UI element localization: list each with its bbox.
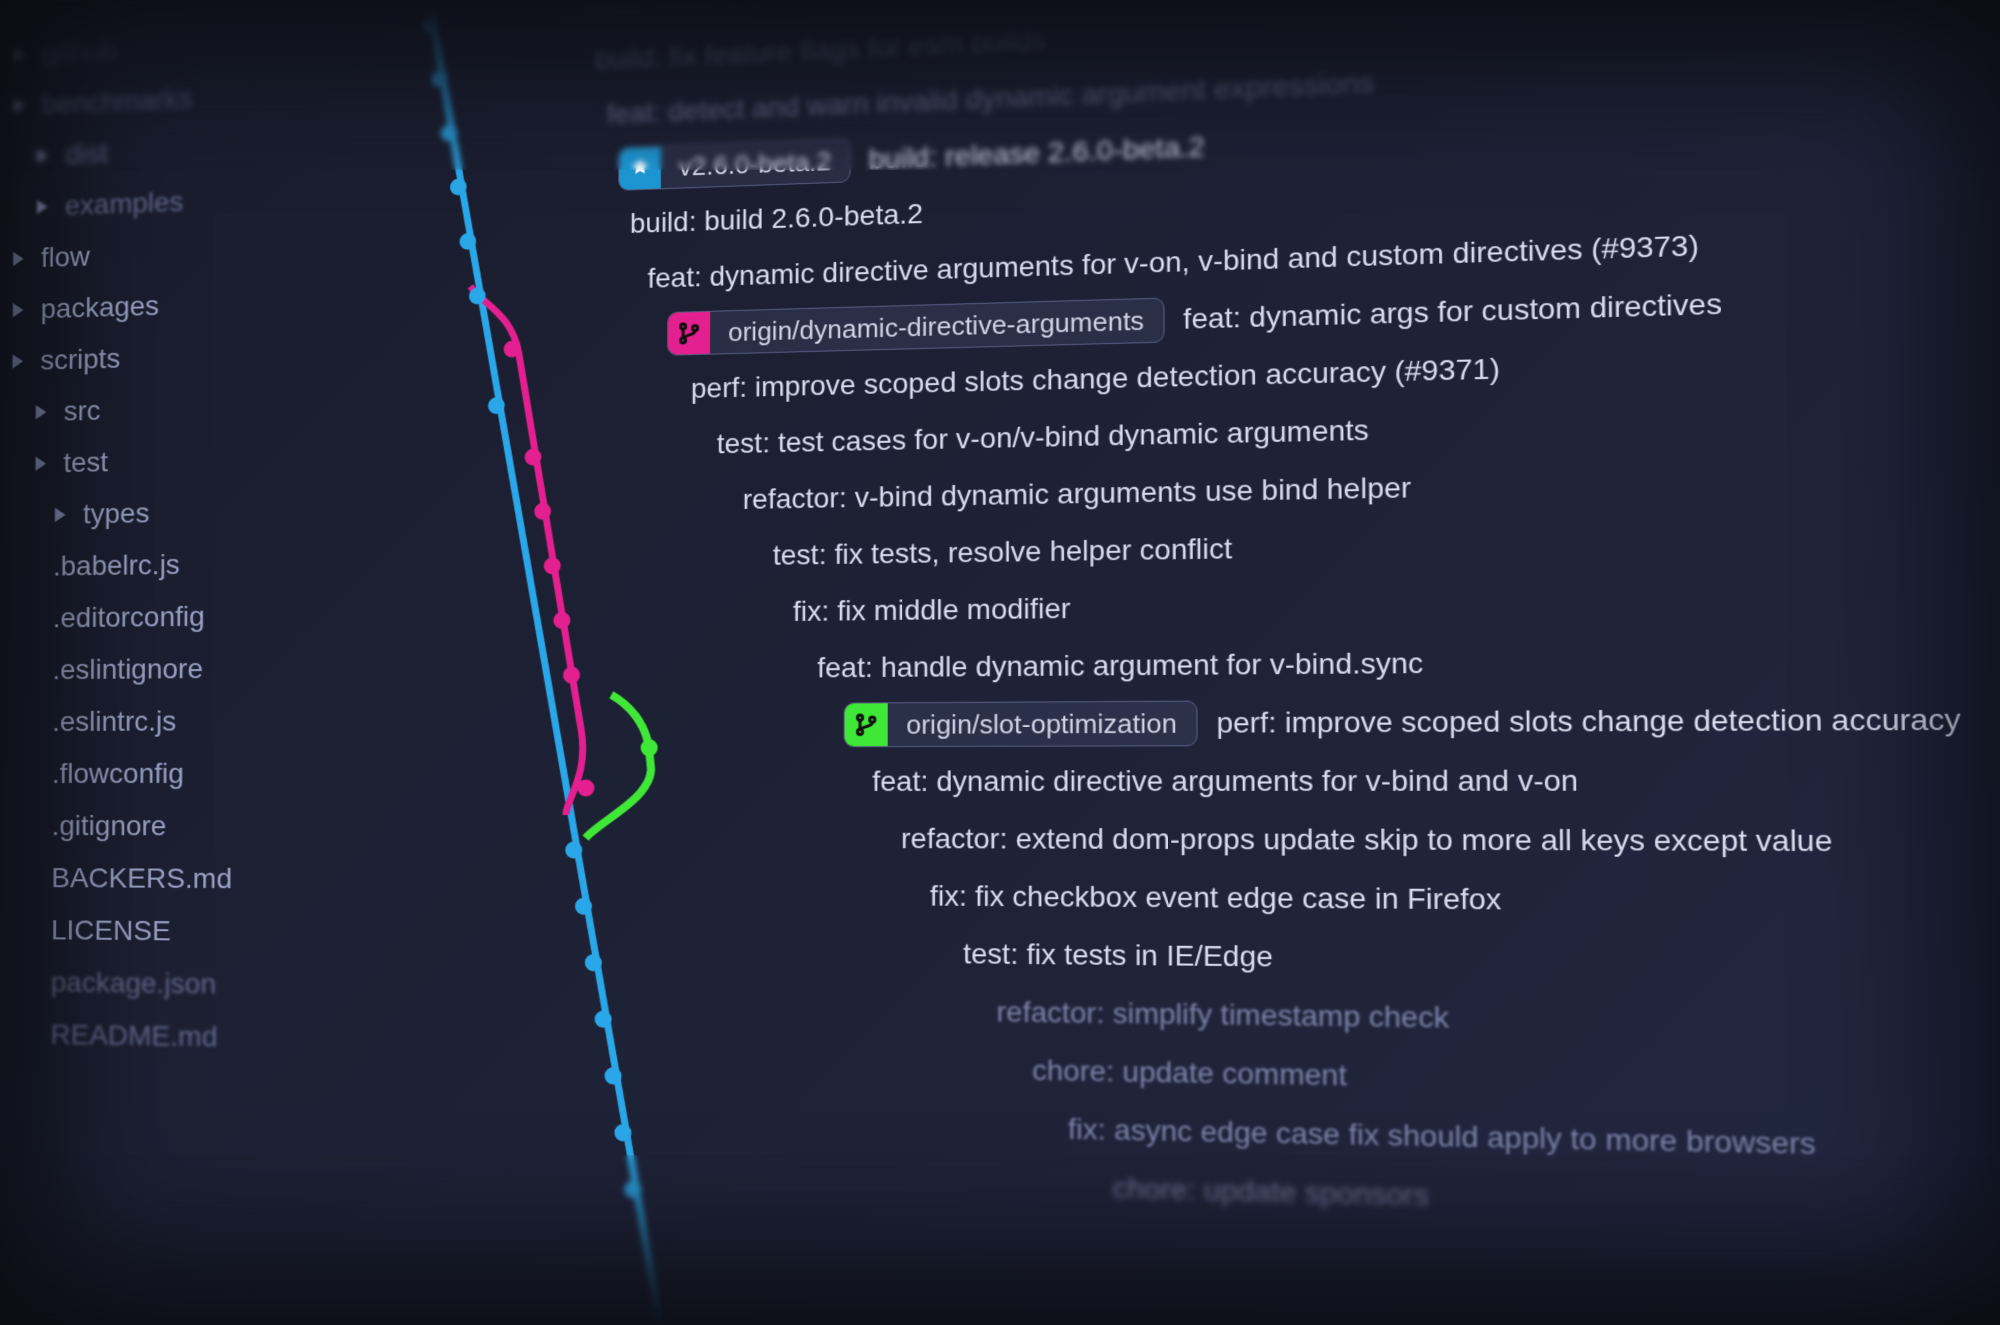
file-tree-file[interactable]: .eslintignore [1,641,373,696]
file-tree-item-label: types [83,497,150,530]
chevron-right-icon [11,46,29,64]
file-tree-file[interactable]: .editorconfig [1,589,372,645]
file-tree-folder[interactable]: scripts [3,326,373,388]
file-tree-item-label: dist [65,137,108,170]
file-tree-item-label: LICENSE [51,914,171,947]
commit-node [431,70,448,87]
file-tree-file[interactable]: README.md [0,1008,372,1066]
commit-message: chore: update sponsors [1113,1172,1430,1213]
chevron-right-icon [10,250,28,268]
file-tree-item-label: .babelrc.js [53,549,180,583]
commit-message: perf: improve scoped slots change detect… [691,352,1500,405]
tag-icon [619,147,661,190]
file-tree-file[interactable]: .eslintrc.js [1,694,373,748]
commit-message: refactor: extend dom-props update skip t… [901,823,1833,859]
commit-node [553,612,570,629]
commit-message: chore: update comment [1032,1054,1347,1093]
branch-icon [845,703,888,746]
commit-row[interactable]: origin/slot-optimization perf: improve sc… [580,689,2000,754]
file-tree-item-label: .flowconfig [52,758,184,790]
file-tree-item-label: benchmarks [42,83,193,121]
commit-message: perf: improve scoped slots change detect… [1216,703,1961,740]
chevron-right-icon [10,97,28,115]
file-tree-item-label: src [64,395,101,428]
commit-node [534,503,551,520]
file-tree-item-label: BACKERS.md [51,862,232,895]
commit-node [488,397,505,414]
file-tree-file[interactable]: package.json [0,956,372,1013]
commit-message: build: release 2.6.0-beta.2 [869,131,1205,176]
commit-message: refactor: simplify timestamp check [996,996,1449,1035]
commit-message: feat: dynamic directive arguments for v-… [872,764,1578,798]
commit-node [504,340,521,357]
file-tree-item-label: .eslintignore [52,653,203,686]
file-tree-file[interactable]: LICENSE [0,904,372,960]
commit-message: fix: fix checkbox event edge case in Fir… [930,880,1502,917]
commit-node [459,233,476,250]
file-tree-folder[interactable]: test [2,431,373,490]
commit-message: feat: handle dynamic argument for v-bind… [817,647,1423,685]
commit-node [563,667,580,684]
commit-node [469,287,486,304]
commit-message: test: fix tests in IE/Edge [963,938,1273,974]
file-tree-item-label: flow [41,241,90,274]
chevron-right-icon [32,455,50,473]
commit-node [544,557,561,574]
commit-message: test: fix tests, resolve helper conflict [773,533,1232,572]
file-tree-file[interactable]: .flowconfig [1,747,373,800]
file-tree-item-label: .gitignore [52,810,167,842]
commit-message: feat: dynamic args for custom directives [1183,288,1722,336]
branch-badge[interactable]: origin/dynamic-directive-arguments [667,298,1164,356]
commit-message: build: build 2.6.0-beta.2 [630,198,923,240]
file-tree: github benchmarks dist examples flow packages… [0,0,384,1325]
file-tree-file[interactable]: .gitignore [0,800,372,853]
chevron-right-icon [9,352,27,370]
file-tree-item-label: .eslintrc.js [52,705,176,738]
commit-row[interactable]: refactor: extend dom-props update skip t… [579,810,2000,873]
commit-message: test: test cases for v-on/v-bind dynamic… [717,414,1369,460]
file-tree-file[interactable]: .babelrc.js [2,536,373,593]
chevron-right-icon [51,506,69,524]
branch-label: origin/dynamic-directive-arguments [710,304,1163,348]
chevron-right-icon [9,301,27,319]
file-tree-item-label: examples [65,186,184,222]
file-tree-item-label: .editorconfig [53,601,205,635]
branch-label: origin/slot-optimization [888,707,1196,740]
file-tree-file[interactable]: BACKERS.md [0,852,373,906]
commit-node [441,124,458,141]
tag-label: v2.6.0-beta.2 [661,145,850,183]
tag-badge[interactable]: v2.6.0-beta.2 [618,138,850,191]
file-tree-item-label: test [63,446,108,479]
commit-node [422,16,439,33]
file-tree-item-label: package.json [51,966,216,1000]
commit-message: build: fix feature flags for esm builds [595,24,1046,76]
commit-graph: build: build 2.6.0-beta.3 build: fix feat… [390,0,2000,1325]
commit-node [525,449,542,466]
chevron-right-icon [33,198,51,216]
commit-message: build: build 2.6.0-beta.3 [584,0,875,21]
commit-row[interactable]: feat: dynamic directive arguments for v-… [580,750,2000,811]
branch-icon [668,312,710,355]
file-tree-item-label: README.md [50,1019,217,1054]
commit-message: fix: fix middle modifier [793,592,1071,628]
file-tree-folder[interactable]: src [3,378,373,439]
chevron-right-icon [32,403,50,421]
chevron-right-icon [34,147,52,165]
file-tree-item-label: packages [41,290,160,325]
commit-node [450,178,467,195]
commit-message: refactor: v-bind dynamic arguments use b… [743,471,1412,516]
file-tree-item-label: github [42,35,117,70]
file-tree-folder[interactable]: types [2,483,373,541]
branch-badge[interactable]: origin/slot-optimization [844,701,1198,748]
commit-message: fix: async edge case fix should apply to… [1068,1113,1816,1162]
file-tree-item-label: scripts [40,343,120,377]
